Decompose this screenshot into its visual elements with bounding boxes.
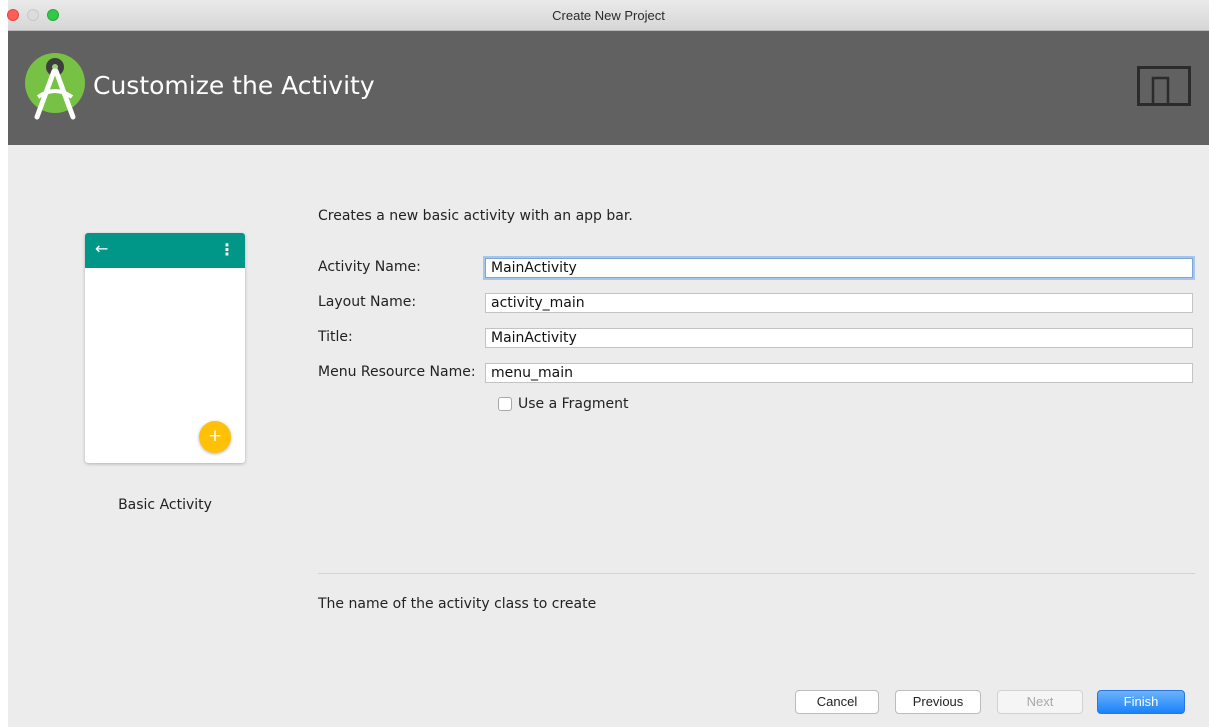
- page-title: Customize the Activity: [93, 71, 375, 100]
- layout-name-input[interactable]: [485, 293, 1193, 313]
- wizard-header: Customize the Activity: [8, 31, 1209, 145]
- preview-app-bar: ← ⋮: [85, 233, 245, 268]
- template-description: Creates a new basic activity with an app…: [318, 208, 633, 224]
- template-name: Basic Activity: [118, 497, 212, 513]
- more-vert-icon: ⋮: [219, 240, 235, 259]
- use-fragment-checkbox[interactable]: [498, 397, 512, 411]
- activity-name-label: Activity Name:: [318, 259, 421, 275]
- window-title: Create New Project: [552, 8, 665, 23]
- android-studio-logo-icon: [25, 53, 85, 120]
- back-arrow-icon: ←: [95, 239, 109, 258]
- dialog-window: Create New Project Customize the Activit…: [7, 0, 1209, 727]
- add-icon: +: [199, 421, 231, 453]
- activity-preview: ← ⋮ +: [85, 233, 245, 463]
- title-bar: Create New Project: [7, 0, 1209, 31]
- use-fragment-label[interactable]: Use a Fragment: [518, 396, 629, 412]
- field-help-text: The name of the activity class to create: [318, 596, 597, 612]
- cancel-button[interactable]: Cancel: [795, 690, 879, 714]
- activity-name-input[interactable]: [485, 258, 1193, 278]
- next-button[interactable]: Next: [997, 690, 1083, 714]
- menu-resource-name-input[interactable]: [485, 363, 1193, 383]
- previous-button[interactable]: Previous: [895, 690, 981, 714]
- background-edge: [0, 0, 8, 727]
- title-label: Title:: [318, 329, 353, 345]
- menu-resource-name-label: Menu Resource Name:: [318, 364, 476, 380]
- finish-button[interactable]: Finish: [1097, 690, 1185, 714]
- title-input[interactable]: [485, 328, 1193, 348]
- divider: [318, 573, 1195, 574]
- layout-name-label: Layout Name:: [318, 294, 417, 310]
- device-icon: [1137, 66, 1191, 106]
